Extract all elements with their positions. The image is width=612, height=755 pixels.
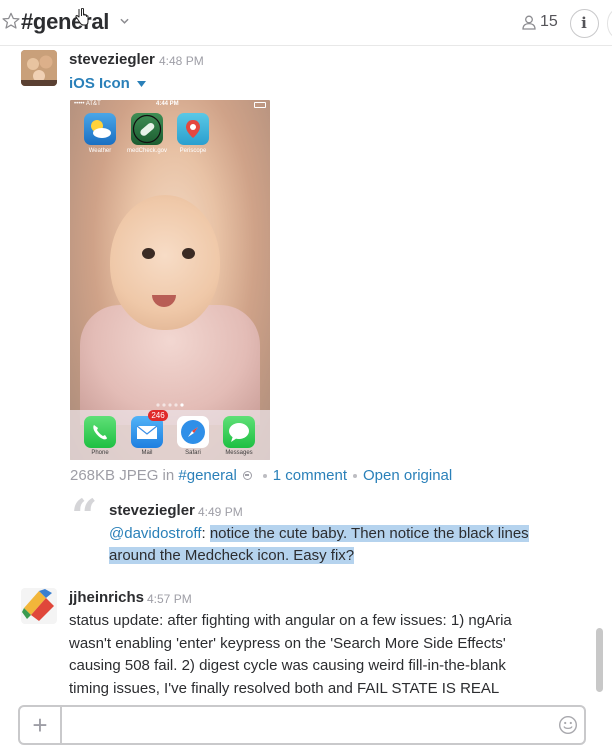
app-label: Phone xyxy=(91,450,109,456)
open-original-link[interactable]: Open original xyxy=(363,467,452,484)
app-label: Weather xyxy=(88,148,112,154)
baby-eye xyxy=(142,248,155,259)
carrier-label: ••••• AT&T xyxy=(74,101,101,107)
hand-cursor-icon xyxy=(75,8,89,26)
caret-down-icon[interactable] xyxy=(137,81,146,87)
phone-app-icon xyxy=(84,416,116,448)
separator-dot xyxy=(262,474,267,479)
medcheck-app-icon xyxy=(131,113,163,145)
app-label: Periscope xyxy=(179,148,207,154)
file-meta: 268KB JPEG in #general 1 comment Open orig… xyxy=(70,467,452,484)
page-dots xyxy=(156,403,184,407)
remove-icon[interactable] xyxy=(242,470,252,480)
comment-count-link[interactable]: 1 comment xyxy=(273,467,347,484)
avatar[interactable] xyxy=(21,588,57,624)
comment-timestamp[interactable]: 4:49 PM xyxy=(198,505,243,519)
phone-dock: Phone 246 Mail Safari Messages xyxy=(70,410,270,460)
member-icon[interactable] xyxy=(522,15,536,30)
emoji-icon[interactable] xyxy=(558,715,578,735)
avatar-logo xyxy=(21,588,57,624)
quote-icon: “ xyxy=(71,489,98,543)
app-label: Safari xyxy=(185,450,201,456)
message-composer: + xyxy=(18,705,586,745)
file-title-link[interactable]: iOS Icon xyxy=(69,75,130,92)
baby-eye xyxy=(182,248,195,259)
star-icon[interactable] xyxy=(2,12,20,30)
info-icon: i xyxy=(581,14,587,32)
message-author[interactable]: jjheinrichs xyxy=(69,589,144,606)
phone-status-bar: ••••• AT&T 4:44 PM xyxy=(70,100,270,110)
avatar-photo xyxy=(21,50,57,86)
app-label: medCheck.gov xyxy=(126,148,168,154)
message-timestamp[interactable]: 4:57 PM xyxy=(147,592,192,606)
channel-header: #general 15 i xyxy=(0,0,612,46)
info-button[interactable]: i xyxy=(570,9,599,38)
message-input[interactable] xyxy=(64,709,544,741)
safari-app-icon xyxy=(177,416,209,448)
message-timestamp[interactable]: 4:48 PM xyxy=(159,54,204,68)
chevron-down-icon[interactable] xyxy=(120,18,129,24)
more-button[interactable] xyxy=(607,9,612,38)
user-mention[interactable]: @davidostroff xyxy=(109,525,202,542)
mention-separator: : xyxy=(201,525,206,542)
file-image-preview[interactable]: ••••• AT&T 4:44 PM Weather medCheck.gov … xyxy=(70,100,270,460)
channel-title[interactable]: #general xyxy=(21,9,109,35)
member-count[interactable]: 15 xyxy=(540,13,558,31)
app-label: Messages xyxy=(225,450,253,456)
file-channel-link[interactable]: #general xyxy=(178,467,236,484)
weather-app-icon xyxy=(84,113,116,145)
attach-button[interactable]: + xyxy=(20,707,62,743)
message-author[interactable]: steveziegler xyxy=(69,51,155,68)
baby-face xyxy=(110,195,220,330)
mail-badge: 246 xyxy=(148,410,168,421)
messages-app-icon xyxy=(223,416,255,448)
comment-author[interactable]: steveziegler xyxy=(109,502,195,519)
comment-text: @davidostroff: notice the cute baby. The… xyxy=(109,523,539,567)
file-size-label: 268KB JPEG in xyxy=(70,467,175,484)
phone-clock: 4:44 PM xyxy=(156,101,179,107)
scrollbar[interactable] xyxy=(596,628,603,692)
periscope-app-icon xyxy=(177,113,209,145)
avatar[interactable] xyxy=(21,50,57,86)
separator-dot xyxy=(353,474,357,479)
battery-icon xyxy=(254,102,266,108)
plus-icon: + xyxy=(32,710,48,740)
app-label: Mail xyxy=(141,450,153,456)
